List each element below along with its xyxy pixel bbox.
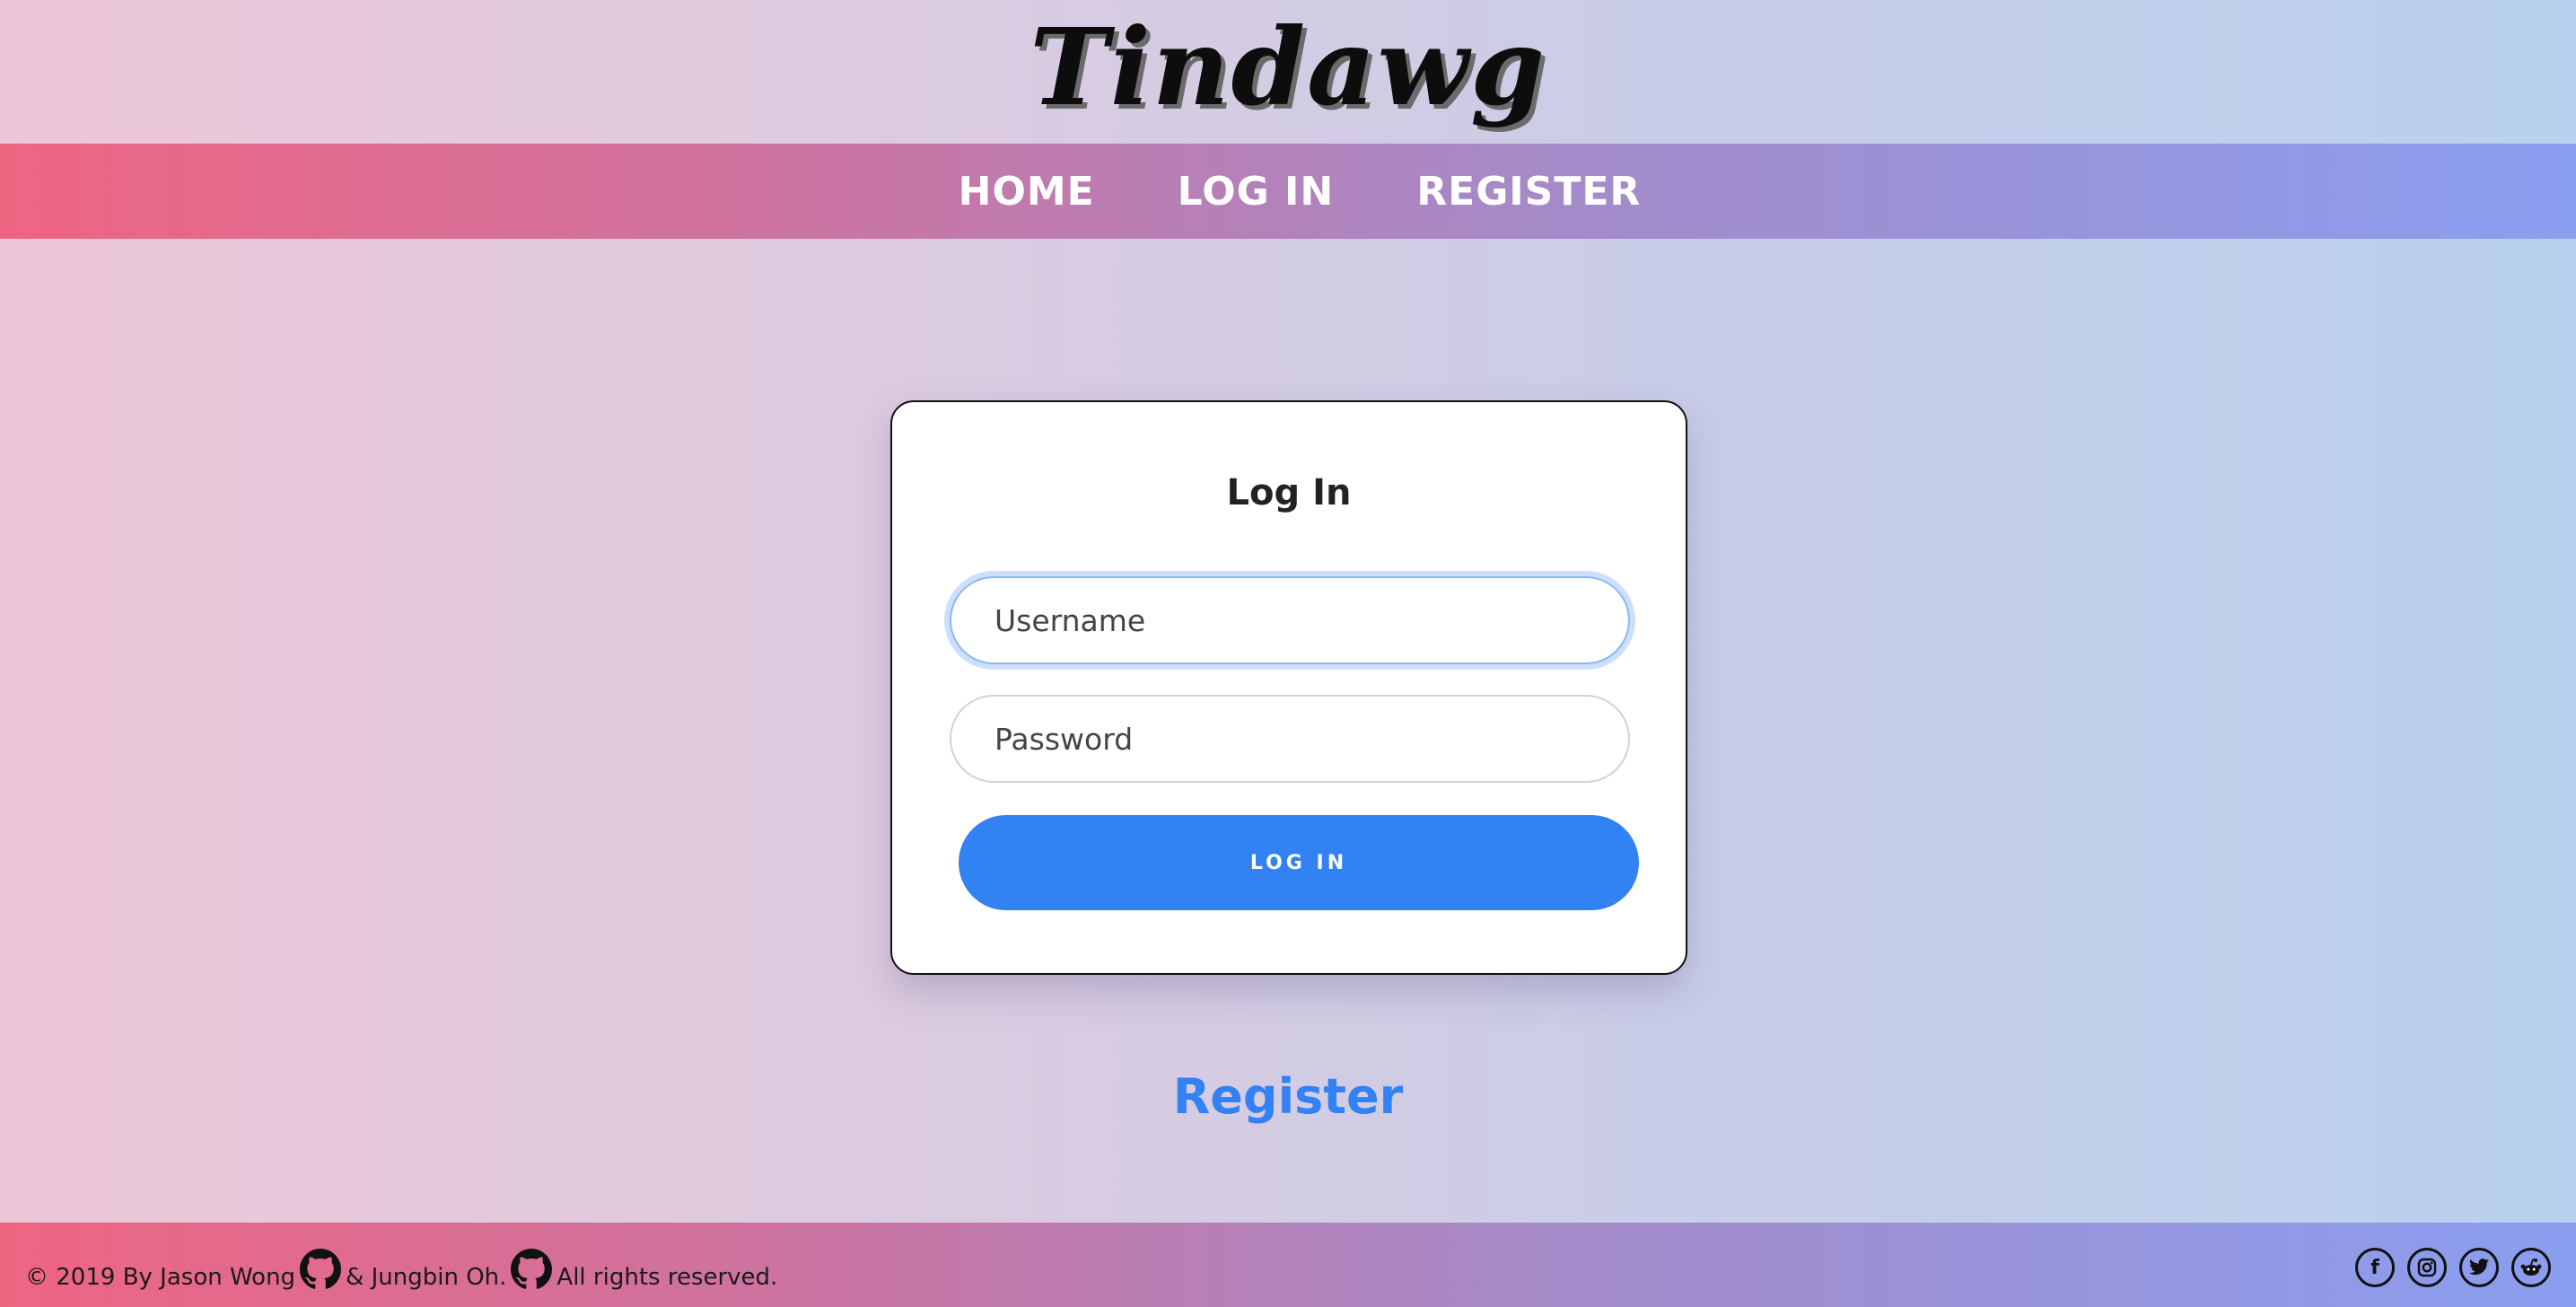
footer: © 2019 By Jason Wong & Jungbin Oh. All r… [0, 1223, 2576, 1307]
footer-and-author: & Jungbin Oh. [346, 1264, 507, 1291]
nav-register-link[interactable]: REGISTER [1416, 169, 1641, 215]
username-input[interactable] [950, 576, 1630, 664]
facebook-icon[interactable]: f [2355, 1248, 2395, 1287]
footer-copyright: © 2019 By Jason Wong [25, 1264, 296, 1291]
login-title: Log In [1226, 472, 1352, 513]
twitter-icon[interactable] [2459, 1248, 2499, 1287]
reddit-icon[interactable] [2511, 1248, 2551, 1287]
nav-home-link[interactable]: HOME [959, 169, 1095, 215]
footer-credits: © 2019 By Jason Wong & Jungbin Oh. All r… [25, 1248, 777, 1291]
password-input[interactable] [950, 695, 1630, 783]
github-icon[interactable] [299, 1248, 342, 1291]
instagram-icon[interactable] [2407, 1248, 2447, 1287]
login-submit-button[interactable]: LOG IN [959, 815, 1639, 910]
main-navbar: HOME LOG IN REGISTER [0, 144, 2576, 239]
github-icon[interactable] [510, 1248, 553, 1291]
nav-login-link[interactable]: LOG IN [1178, 169, 1335, 215]
social-links: f [2355, 1248, 2551, 1287]
register-link[interactable]: Register [0, 1068, 2576, 1125]
login-card: Log In LOG IN [890, 400, 1687, 975]
site-logo: Tindawg [1030, 4, 1546, 129]
footer-rights: All rights reserved. [556, 1264, 778, 1291]
